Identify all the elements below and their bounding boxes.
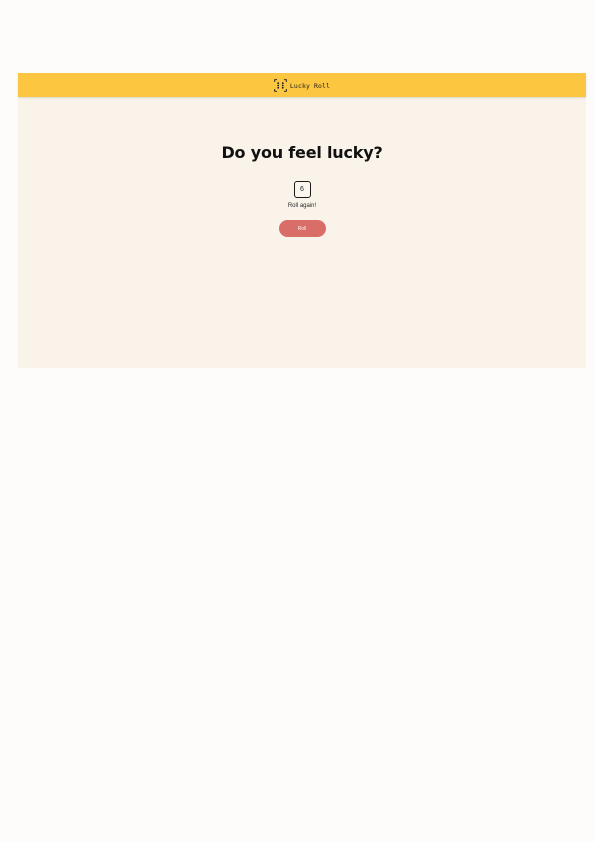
top-bar: Lucky Roll bbox=[18, 73, 586, 97]
status-message: Roll again! bbox=[287, 203, 317, 210]
page-title: Do you feel lucky? bbox=[221, 143, 383, 162]
die-container: 6 bbox=[18, 181, 586, 199]
brand[interactable]: Lucky Roll bbox=[274, 78, 331, 92]
dice-icon bbox=[274, 78, 287, 92]
roll-button[interactable]: Roll bbox=[278, 220, 326, 238]
page: Lucky Roll Do you feel lucky? 6 Roll aga… bbox=[0, 0, 595, 842]
app-title: Lucky Roll bbox=[289, 81, 331, 90]
die-face: 6 bbox=[293, 181, 311, 199]
main-content: Do you feel lucky? 6 Roll again! Roll bbox=[18, 97, 586, 238]
button-container: Roll bbox=[18, 220, 586, 238]
app-window: Lucky Roll Do you feel lucky? 6 Roll aga… bbox=[18, 73, 586, 368]
